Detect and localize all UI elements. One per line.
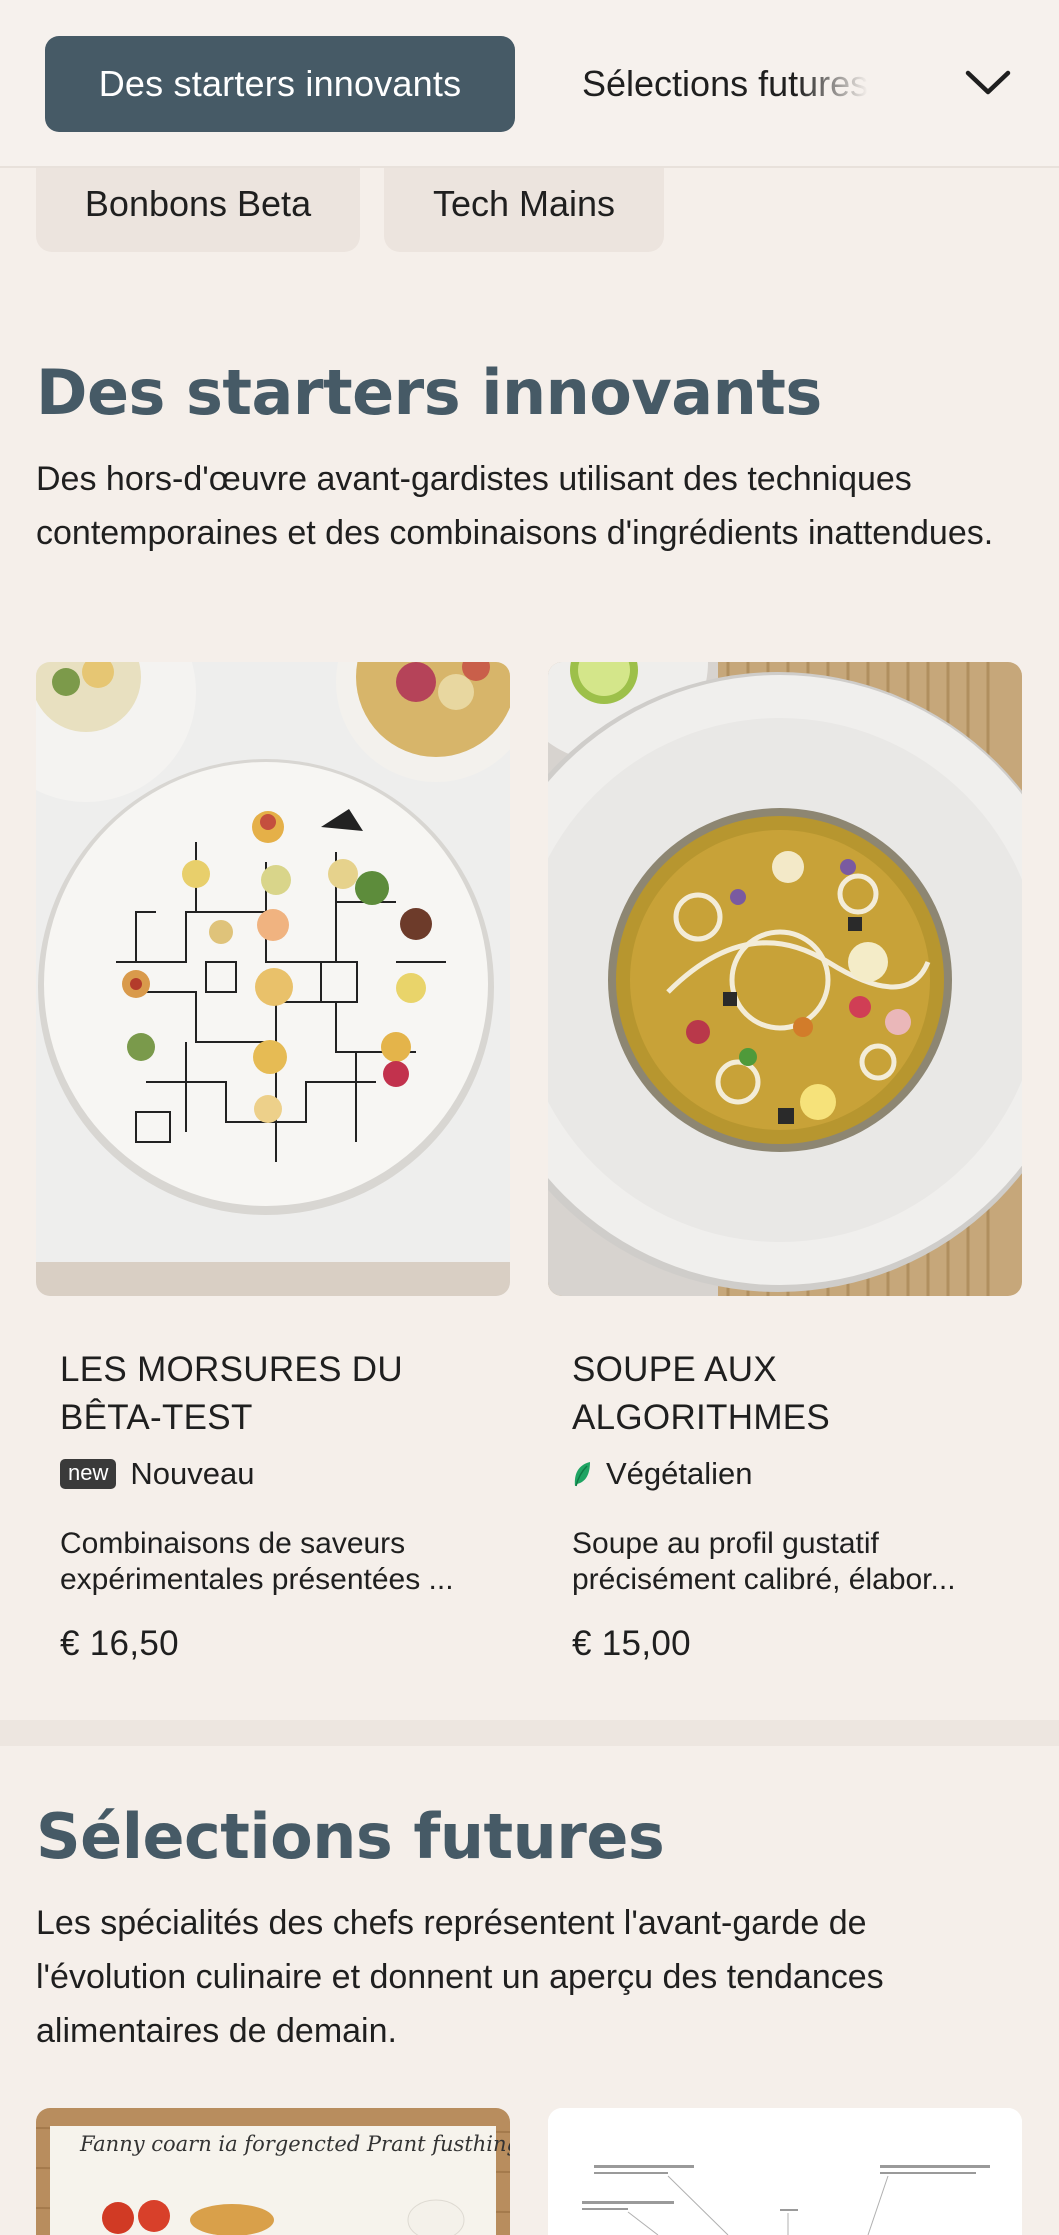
- dish-description: Soupe au profil gustatif précisément cal…: [572, 1526, 992, 1598]
- menu-item-card[interactable]: [548, 2108, 1022, 2235]
- dish-description-line: précisément calibré, élabor...: [572, 1563, 956, 1596]
- dish-name-line: ALGORITHMES: [572, 1398, 831, 1437]
- dish-tag: new Nouveau: [60, 1456, 254, 1492]
- section-description-starters: Des hors-d'œuvre avant-gardistes utilisa…: [36, 460, 994, 552]
- dish-tag-label: Végétalien: [606, 1456, 753, 1491]
- menu-item-card[interactable]: Fanny coarn ia forgencted Prant fusthing: [36, 2108, 510, 2235]
- dish-name-line: SOUPE AUX: [572, 1350, 777, 1389]
- dish-name: SOUPE AUX ALGORITHMES: [572, 1346, 1012, 1442]
- dish-description-line: Soupe au profil gustatif: [572, 1527, 879, 1560]
- section-title-future: Sélections futures: [36, 1800, 665, 1873]
- dish-image: [548, 2108, 1022, 2235]
- dish-description-line: Combinaisons de saveurs: [60, 1527, 406, 1560]
- section-divider: [0, 1720, 1059, 1746]
- menu-item-card[interactable]: SOUPE AUX ALGORITHMES Végétalien Soupe a…: [548, 662, 1022, 1682]
- dish-price: € 16,50: [60, 1624, 179, 1663]
- new-badge: new: [60, 1459, 117, 1489]
- dish-price: € 15,00: [572, 1624, 691, 1663]
- section-title-starters: Des starters innovants: [36, 356, 822, 429]
- dish-name-line: BÊTA-TEST: [60, 1398, 253, 1437]
- dish-image: [36, 662, 510, 1296]
- category-tab-active[interactable]: Des starters innovants: [45, 36, 515, 132]
- dish-image: [548, 662, 1022, 1296]
- category-tab-next[interactable]: Sélections futures: [582, 36, 868, 132]
- menu-item-card[interactable]: LES MORSURES DU BÊTA-TEST new Nouveau Co…: [36, 662, 510, 1682]
- dish-description-line: expérimentales présentées ...: [60, 1563, 454, 1596]
- chevron-down-icon[interactable]: [955, 50, 1021, 116]
- dish-name: LES MORSURES DU BÊTA-TEST: [60, 1346, 500, 1442]
- section-description-future: Les spécialités des chefs représentent l…: [36, 1904, 884, 2050]
- leaf-icon: [572, 1460, 592, 1488]
- dish-name-line: LES MORSURES DU: [60, 1350, 403, 1389]
- preview-handwritten-text: Fanny coarn ia forgencted Prant fusthing: [80, 2132, 510, 2156]
- category-nav-bar: Des starters innovants Sélections future…: [0, 0, 1059, 168]
- dish-description: Combinaisons de saveurs expérimentales p…: [60, 1526, 480, 1598]
- dish-image: [36, 2108, 510, 2235]
- dish-tag: Végétalien: [572, 1456, 753, 1492]
- dish-tag-label: Nouveau: [130, 1456, 255, 1491]
